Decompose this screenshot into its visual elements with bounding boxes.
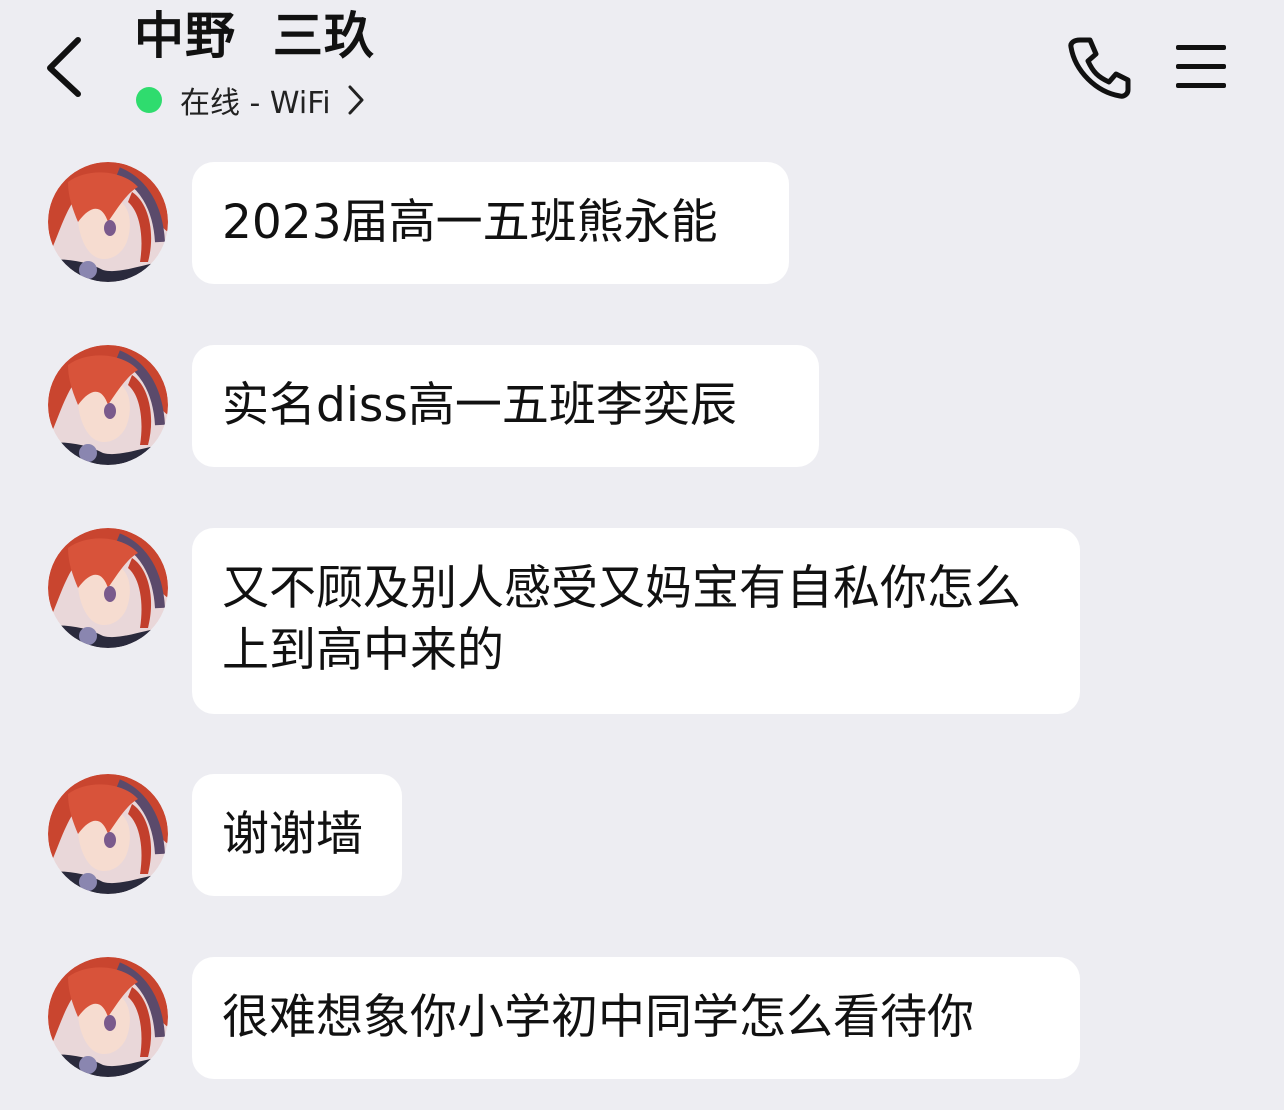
message-bubble[interactable]: 2023届高一五班熊永能 xyxy=(192,162,789,284)
chevron-right-icon xyxy=(348,85,364,115)
avatar[interactable] xyxy=(48,345,168,465)
back-button[interactable] xyxy=(36,30,96,102)
message-bubble[interactable]: 很难想象你小学初中同学怎么看待你 xyxy=(192,957,1080,1079)
message-bubble[interactable]: 实名diss高一五班李奕辰 xyxy=(192,345,819,467)
back-chevron-icon xyxy=(47,37,81,97)
avatar[interactable] xyxy=(48,957,168,1077)
message-text: 实名diss高一五班李奕辰 xyxy=(222,378,737,433)
avatar[interactable] xyxy=(48,774,168,894)
more-menu-button[interactable] xyxy=(1174,40,1228,94)
contact-name[interactable]: 中野 三玖 xyxy=(134,4,375,68)
avatar[interactable] xyxy=(48,162,168,282)
menu-icon xyxy=(1176,45,1226,88)
message-text: 很难想象你小学初中同学怎么看待你 xyxy=(222,990,974,1045)
message-text: 2023届高一五班熊永能 xyxy=(222,195,718,250)
avatar[interactable] xyxy=(48,528,168,648)
phone-call-button[interactable] xyxy=(1066,34,1132,100)
phone-icon xyxy=(1068,37,1131,99)
chat-header: 中野 三玖 在线 - WiFi xyxy=(0,0,1284,140)
online-status-dot xyxy=(136,87,162,113)
message-bubble[interactable]: 又不顾及别人感受又妈宝有自私你怎么上到高中来的 xyxy=(192,528,1080,714)
status-row[interactable]: 在线 - WiFi xyxy=(136,80,367,121)
message-text: 谢谢墙 xyxy=(222,807,363,862)
message-text: 又不顾及别人感受又妈宝有自私你怎么上到高中来的 xyxy=(222,561,1021,678)
message-bubble[interactable]: 谢谢墙 xyxy=(192,774,402,896)
status-text: 在线 - WiFi xyxy=(180,86,331,121)
